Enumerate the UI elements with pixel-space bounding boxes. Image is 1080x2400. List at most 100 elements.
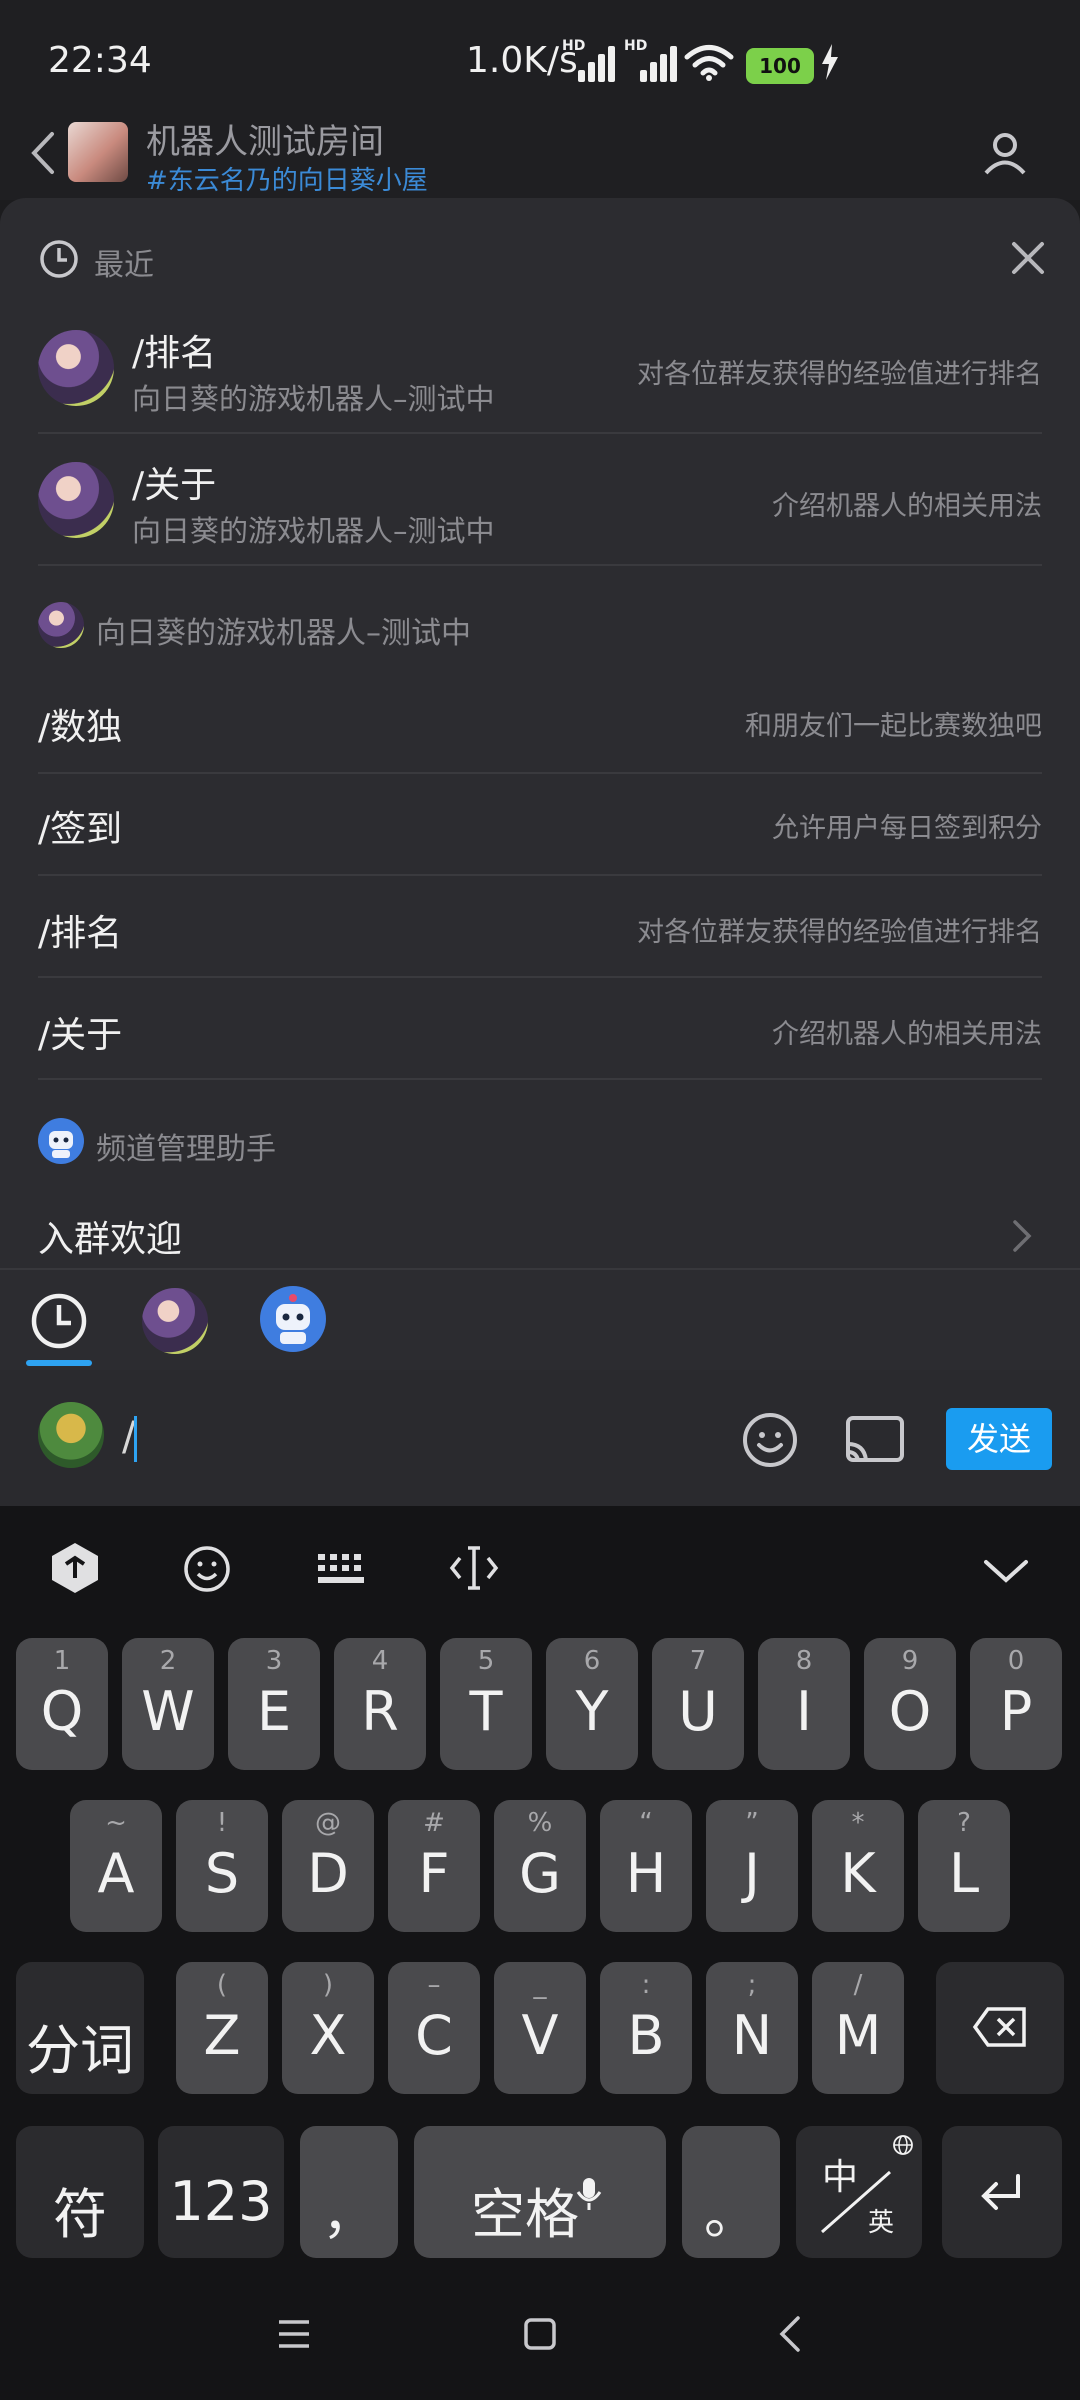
helper-avatar bbox=[38, 1118, 84, 1164]
robot-icon bbox=[276, 1294, 310, 1344]
key-n[interactable]: ; N bbox=[706, 1962, 798, 2094]
numbers-key[interactable]: 123 bbox=[158, 2126, 284, 2258]
emoji-icon[interactable] bbox=[740, 1410, 800, 1470]
send-button[interactable]: 发送 bbox=[946, 1408, 1052, 1470]
message-input-bar bbox=[0, 1370, 1080, 1506]
signal-icon: HD bbox=[624, 38, 677, 82]
divider bbox=[38, 1078, 1042, 1080]
clock-icon bbox=[40, 240, 78, 278]
command-desc: 对各位群友获得的经验值进行排名 bbox=[637, 917, 1042, 948]
command-name: /关于 bbox=[132, 465, 217, 506]
key-i[interactable]: 8I bbox=[758, 1638, 850, 1770]
key-e[interactable]: 3E bbox=[228, 1638, 320, 1770]
command-desc: 介绍机器人的相关用法 bbox=[772, 1019, 1042, 1050]
key-g[interactable]: % G bbox=[494, 1800, 586, 1932]
command-name: 入群欢迎 bbox=[38, 1219, 183, 1260]
keyboard-layout-icon[interactable] bbox=[316, 1552, 366, 1586]
key-d[interactable]: @ D bbox=[282, 1800, 374, 1932]
key-f[interactable]: # F bbox=[388, 1800, 480, 1932]
menu-icon[interactable] bbox=[276, 2318, 312, 2350]
globe-icon bbox=[893, 2135, 913, 2155]
key-m[interactable]: / M bbox=[812, 1962, 904, 2094]
key-s[interactable]: ! S bbox=[176, 1800, 268, 1932]
room-avatar bbox=[68, 122, 128, 182]
room-title: 机器人测试房间 bbox=[146, 122, 384, 162]
key-q[interactable]: 1Q bbox=[16, 1638, 108, 1770]
tab-recent[interactable] bbox=[28, 1290, 90, 1352]
tab-indicator bbox=[26, 1360, 92, 1366]
divider bbox=[38, 564, 1042, 566]
command-name: /数独 bbox=[38, 707, 123, 748]
backspace-icon bbox=[972, 2007, 1026, 2047]
slash-icon bbox=[821, 2170, 891, 2234]
hd-label: HD bbox=[624, 38, 648, 54]
status-time: 22:34 bbox=[48, 40, 152, 81]
tab-game-bot[interactable] bbox=[142, 1288, 208, 1354]
charging-icon bbox=[822, 44, 838, 80]
key-x[interactable]: ) X bbox=[282, 1962, 374, 2094]
key-k[interactable]: * K bbox=[812, 1800, 904, 1932]
key-v[interactable]: _ V bbox=[494, 1962, 586, 2094]
screen-share-icon[interactable] bbox=[844, 1414, 906, 1466]
key-w[interactable]: 2W bbox=[122, 1638, 214, 1770]
key-r[interactable]: 4R bbox=[334, 1638, 426, 1770]
command-name: /排名 bbox=[38, 913, 123, 954]
bot-name: 向日葵的游戏机器人–测试中 bbox=[132, 382, 495, 416]
bot-section-title: 向日葵的游戏机器人–测试中 bbox=[96, 616, 471, 651]
hd-label: HD bbox=[562, 38, 586, 54]
space-key[interactable]: 空格 bbox=[414, 2126, 666, 2258]
key-b[interactable]: :B bbox=[600, 1962, 692, 2094]
keyboard-emoji-icon[interactable] bbox=[182, 1544, 232, 1594]
tab-helper-bot[interactable] bbox=[260, 1286, 326, 1352]
signal-icon: HD bbox=[562, 38, 615, 82]
key-a[interactable]: ~ A bbox=[70, 1800, 162, 1932]
backspace-key[interactable] bbox=[936, 1962, 1064, 2094]
cursor-move-icon[interactable] bbox=[448, 1542, 500, 1594]
key-p[interactable]: 0P bbox=[970, 1638, 1062, 1770]
bot-name: 向日葵的游戏机器人–测试中 bbox=[132, 514, 495, 548]
nav-back-icon[interactable] bbox=[776, 2314, 804, 2354]
command-name: /关于 bbox=[38, 1015, 123, 1056]
member-icon[interactable] bbox=[980, 128, 1030, 178]
command-desc: 允许用户每日签到积分 bbox=[772, 813, 1042, 844]
enter-key[interactable] bbox=[942, 2126, 1062, 2258]
divider bbox=[38, 432, 1042, 434]
enter-icon bbox=[981, 2174, 1020, 2210]
user-avatar[interactable] bbox=[38, 1402, 104, 1468]
keyboard-logo-icon[interactable] bbox=[48, 1540, 102, 1596]
room-channel[interactable]: #东云名乃的向日葵小屋 bbox=[146, 160, 428, 197]
command-name: /签到 bbox=[38, 809, 123, 850]
command-desc: 和朋友们一起比赛数独吧 bbox=[745, 711, 1042, 742]
symbols-key[interactable]: 符 bbox=[16, 2126, 144, 2258]
command-name: /排名 bbox=[132, 333, 217, 374]
microphone-icon bbox=[576, 2178, 602, 2210]
period-key[interactable]: 。 bbox=[682, 2126, 780, 2258]
key-u[interactable]: 7U bbox=[652, 1638, 744, 1770]
close-icon[interactable] bbox=[1010, 240, 1046, 276]
key-t[interactable]: 5T bbox=[440, 1638, 532, 1770]
recent-title: 最近 bbox=[94, 248, 154, 283]
key-h[interactable]: “H bbox=[600, 1800, 692, 1932]
text-caret bbox=[134, 1416, 137, 1462]
collapse-keyboard-icon[interactable] bbox=[982, 1556, 1030, 1586]
bot-avatar bbox=[38, 462, 114, 538]
helper-section-title: 频道管理助手 bbox=[96, 1132, 276, 1167]
segment-key[interactable]: 分词 bbox=[16, 1962, 144, 2094]
bot-avatar bbox=[38, 330, 114, 406]
key-y[interactable]: 6Y bbox=[546, 1638, 638, 1770]
key-z[interactable]: (Z bbox=[176, 1962, 268, 2094]
network-speed: 1.0K/s bbox=[466, 40, 578, 81]
key-l[interactable]: ? L bbox=[918, 1800, 1010, 1932]
command-desc: 介绍机器人的相关用法 bbox=[772, 491, 1042, 522]
home-icon[interactable] bbox=[522, 2316, 558, 2352]
key-j[interactable]: ” J bbox=[706, 1800, 798, 1932]
key-o[interactable]: 9O bbox=[864, 1638, 956, 1770]
key-c[interactable]: – C bbox=[388, 1962, 480, 2094]
battery-icon: 100 bbox=[746, 48, 814, 84]
back-icon[interactable] bbox=[22, 128, 62, 178]
wifi-icon bbox=[684, 45, 734, 81]
chevron-right-icon bbox=[1013, 1220, 1032, 1252]
robot-icon bbox=[49, 1131, 73, 1158]
language-switch-key[interactable]: 中 英 bbox=[796, 2126, 922, 2258]
bot-avatar bbox=[38, 602, 84, 648]
